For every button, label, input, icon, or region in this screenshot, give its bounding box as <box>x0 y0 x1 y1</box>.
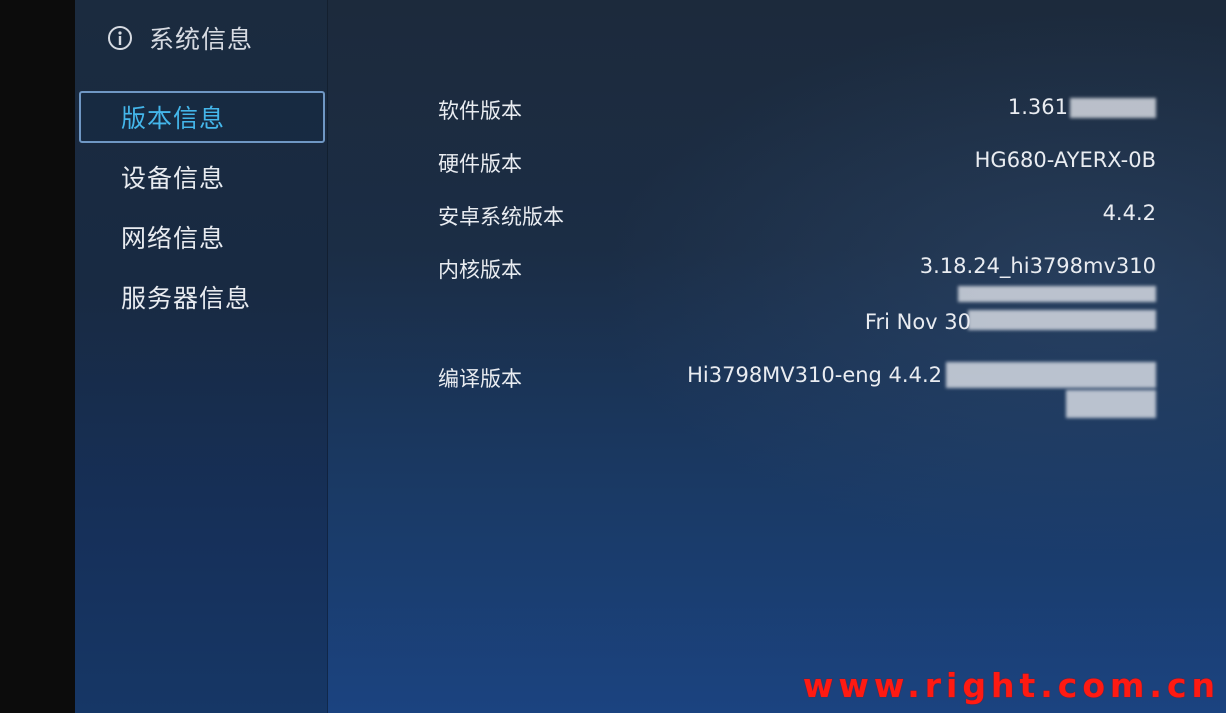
sidebar-item-label: 网络信息 <box>121 224 226 253</box>
android-version-value: 4.4.2 <box>1102 201 1156 225</box>
version-info-panel: 软件版本 1.361 硬件版本 HG680-AYERX-0B 安卓系统版本 4.… <box>328 0 1226 713</box>
redacted-blur <box>958 286 1156 302</box>
info-icon <box>108 26 132 50</box>
kernel-version-date: Fri Nov 30 <box>864 310 971 334</box>
sidebar-item-label: 设备信息 <box>121 164 226 193</box>
kernel-version-label: 内核版本 <box>438 258 522 282</box>
redacted-blur <box>968 310 1156 330</box>
sidebar-header: 系统信息 <box>107 18 253 58</box>
redacted-blur <box>1070 98 1156 118</box>
android-version-label: 安卓系统版本 <box>438 205 564 229</box>
sidebar-item-network-info[interactable]: 网络信息 <box>79 207 325 267</box>
watermark: www.right.com.cn <box>802 666 1220 705</box>
hardware-version-label: 硬件版本 <box>438 152 522 176</box>
left-black-border <box>0 0 75 713</box>
kernel-version-value: 3.18.24_hi3798mv310 <box>919 254 1156 278</box>
sidebar-item-device-info[interactable]: 设备信息 <box>79 147 325 207</box>
page-title: 系统信息 <box>149 25 254 54</box>
sidebar-item-label: 服务器信息 <box>121 284 252 313</box>
sidebar-item-server-info[interactable]: 服务器信息 <box>79 267 325 327</box>
software-version-value: 1.361 <box>1007 95 1068 119</box>
software-version-label: 软件版本 <box>438 99 522 123</box>
redacted-blur <box>946 362 1156 388</box>
build-version-value: Hi3798MV310-eng 4.4.2 <box>687 363 942 387</box>
tv-settings-screen: 系统信息 版本信息 设备信息 网络信息 服务器信息 软件版本 1.361 硬件版… <box>0 0 1226 713</box>
sidebar: 系统信息 版本信息 设备信息 网络信息 服务器信息 <box>75 0 328 713</box>
sidebar-menu: 版本信息 设备信息 网络信息 服务器信息 <box>79 91 325 327</box>
build-version-label: 编译版本 <box>438 367 522 391</box>
hardware-version-value: HG680-AYERX-0B <box>974 148 1156 172</box>
redacted-blur <box>1066 390 1156 418</box>
sidebar-item-version-info[interactable]: 版本信息 <box>79 91 325 143</box>
sidebar-item-label: 版本信息 <box>121 104 226 133</box>
